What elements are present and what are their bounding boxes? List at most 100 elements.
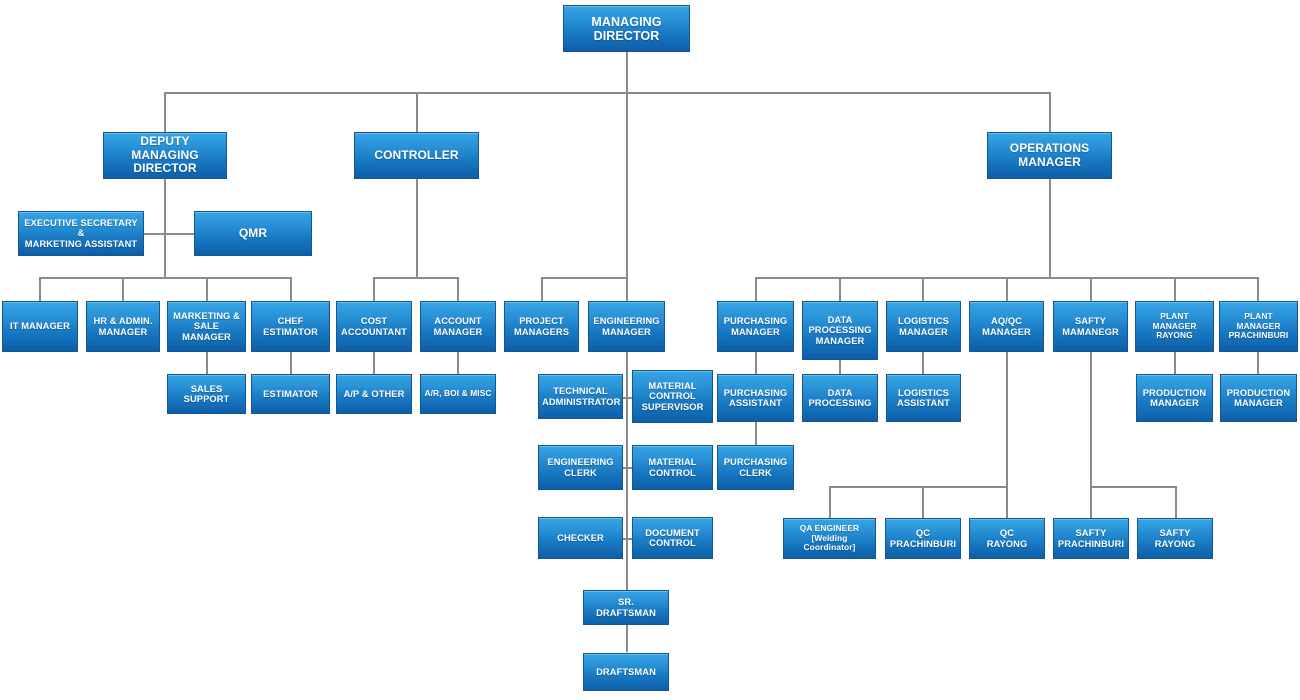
connector-deputy-to-marketing [206,277,208,301]
node-purchasing-manager[interactable]: PURCHASING MANAGER [717,301,794,352]
node-managing-director[interactable]: MANAGING DIRECTOR [563,5,690,52]
node-hr-admin-manager[interactable]: HR & ADMIN. MANAGER [86,301,160,352]
node-logistics-assistant[interactable]: LOGISTICS ASSISTANT [886,374,961,422]
node-material-control[interactable]: MATERIAL CONTROL [632,445,713,490]
node-production-manager-prachinburi[interactable]: PRODUCTION MANAGER [1220,374,1297,422]
node-label: ENGINEERING CLERK [547,457,614,478]
node-label: DOCUMENT CONTROL [645,527,700,548]
connector-ops-to-plant-rayong [1174,277,1176,301]
connector-deputy-to-it [39,277,41,301]
node-label: PURCHASING MANAGER [723,316,788,337]
node-project-managers[interactable]: PROJECT MANAGERS [504,301,579,352]
node-draftsman[interactable]: DRAFTSMAN [583,653,669,691]
node-label: EXECUTIVE SECRETARY & MARKETING ASSISTAN… [24,217,138,249]
connector-ops-to-logistics [922,277,924,301]
node-label: QA ENGINEER [Welding Coordinator] [799,523,860,553]
node-qa-engineer[interactable]: QA ENGINEER [Welding Coordinator] [783,518,876,559]
node-label: IT MANAGER [10,321,70,332]
node-sales-support[interactable]: SALES SUPPORT [167,374,246,414]
node-label: A/P & OTHER [343,388,405,399]
node-executive-secretary[interactable]: EXECUTIVE SECRETARY & MARKETING ASSISTAN… [18,211,144,256]
connector-ops-to-safty [1090,277,1092,301]
node-label: PRODUCTION MANAGER [1142,387,1207,408]
node-label: COST ACCOUNTANT [341,316,407,337]
node-technical-administrator[interactable]: TECHNICAL ADMINISTRATOR [538,374,623,419]
connector-safty-to-rayong [1175,486,1177,518]
node-engineering-clerk[interactable]: ENGINEERING CLERK [538,445,623,490]
node-chef-estimator[interactable]: CHEF ESTIMATOR [251,301,330,352]
node-qc-prachinburi[interactable]: QC PRACHINBURI [885,518,961,559]
connector-ops-to-plant-prachinburi [1257,277,1259,301]
node-purchasing-assistant[interactable]: PURCHASING ASSISTANT [717,374,794,422]
node-marketing-sale-manager[interactable]: MARKETING & SALE MANAGER [167,301,246,352]
connector-ops-to-dataproc [839,277,841,301]
connector-md-down [626,52,628,93]
connector-operations-down [1049,178,1051,278]
node-deputy-managing-director[interactable]: DEPUTY MANAGING DIRECTOR [103,132,227,179]
node-checker[interactable]: CHECKER [538,517,623,559]
node-data-processing[interactable]: DATA PROCESSING [802,374,878,422]
node-label: PLANT MANAGER PRACHINBURI [1228,311,1289,341]
node-label: LOGISTICS ASSISTANT [897,387,950,408]
connector-plant-rayong-to-production [1174,352,1176,374]
node-label: SAFTY MAMANEGR [1062,316,1119,337]
connector-account-to-ar [457,352,459,374]
connector-projects-bus [541,277,627,279]
connector-cost-to-ap [373,352,375,374]
node-ap-other[interactable]: A/P & OTHER [336,374,412,414]
node-label: ACCOUNT MANAGER [433,316,483,337]
connector-engineering-spine [626,352,628,592]
connector-aqqc-bus [829,486,1007,488]
node-plant-manager-prachinburi[interactable]: PLANT MANAGER PRACHINBURI [1219,301,1298,352]
node-it-manager[interactable]: IT MANAGER [2,301,78,352]
node-label: QC PRACHINBURI [889,528,957,549]
node-safty-mamanegr[interactable]: SAFTY MAMANEGR [1053,301,1128,352]
node-controller[interactable]: CONTROLLER [354,132,479,179]
node-cost-accountant[interactable]: COST ACCOUNTANT [336,301,412,352]
node-document-control[interactable]: DOCUMENT CONTROL [632,517,713,559]
node-label: A/R, BOI & MISC [424,388,492,399]
node-label: QMR [238,225,268,240]
node-plant-manager-rayong[interactable]: PLANT MANAGER RAYONG [1135,301,1214,352]
node-label: SAFTY RAYONG [1154,528,1196,549]
connector-secretary-qmr [144,233,194,235]
node-label: DRAFTSMAN [596,666,656,677]
node-operations-manager[interactable]: OPERATIONS MANAGER [987,132,1112,179]
connector-marketing-to-salessupport [206,352,208,374]
node-label: PURCHASING ASSISTANT [723,387,788,408]
connector-safty-spine [1090,352,1092,487]
node-qmr[interactable]: QMR [194,211,312,256]
connector-aqqc-spine [1006,352,1008,487]
node-safty-rayong[interactable]: SAFTY RAYONG [1137,518,1213,559]
node-label: DATA PROCESSING [808,387,872,408]
node-label: CHECKER [557,532,604,543]
node-label: DATA PROCESSING MANAGER [808,314,872,346]
node-sr-draftsman[interactable]: SR. DRAFTSMAN [583,590,669,625]
connector-sr-draftsman-to-draftsman [626,625,628,652]
node-engineering-manager[interactable]: ENGINEERING MANAGER [588,301,665,352]
node-material-control-supervisor[interactable]: MATERIAL CONTROL SUPERVISOR [632,370,713,423]
node-ar-boi-misc[interactable]: A/R, BOI & MISC [420,374,496,414]
node-aqqc-manager[interactable]: AQ/QC MANAGER [969,301,1044,352]
node-production-manager-rayong[interactable]: PRODUCTION MANAGER [1136,374,1213,422]
node-label: ENGINEERING MANAGER [593,316,660,337]
node-purchasing-clerk[interactable]: PURCHASING CLERK [717,445,794,490]
node-label: SR. DRAFTSMAN [596,597,656,618]
connector-safty-bus [1090,486,1176,488]
connector-main-bus [164,92,1051,94]
node-label: QC RAYONG [986,528,1028,549]
node-logistics-manager[interactable]: LOGISTICS MANAGER [886,301,961,352]
node-label: MARKETING & SALE MANAGER [173,310,240,342]
connector-controller-down [416,178,418,278]
connector-purchasing-to-assistant [755,352,757,374]
node-label: PLANT MANAGER RAYONG [1152,311,1197,341]
connector-chef-to-estimator [290,352,292,374]
node-data-processing-manager[interactable]: DATA PROCESSING MANAGER [802,301,878,360]
node-label: PROJECT MANAGERS [513,316,570,337]
node-estimator[interactable]: ESTIMATOR [251,374,330,414]
node-safty-prachinburi[interactable]: SAFTY PRACHINBURI [1053,518,1129,559]
node-account-manager[interactable]: ACCOUNT MANAGER [420,301,496,352]
node-qc-rayong[interactable]: QC RAYONG [969,518,1045,559]
organization-chart: MANAGING DIRECTOR DEPUTY MANAGING DIRECT… [0,0,1300,700]
connector-deputy-down [164,178,166,278]
